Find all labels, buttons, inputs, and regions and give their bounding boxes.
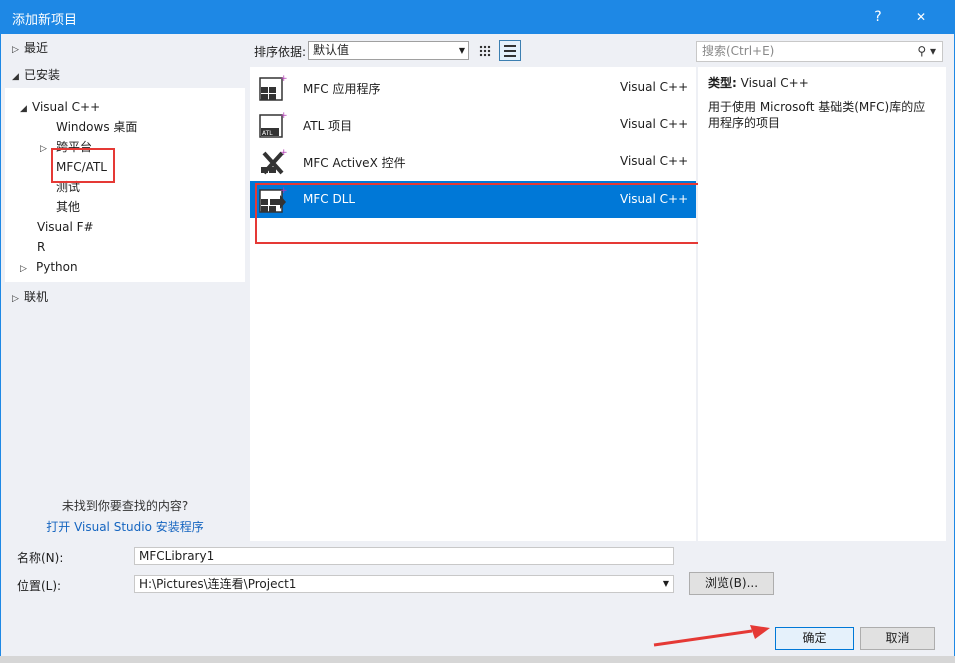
list-view-icon bbox=[504, 44, 516, 57]
tree-item-online[interactable]: ▷ 联机 bbox=[12, 287, 48, 307]
template-row[interactable]: ++ ATL ATL 项目 Visual C++ bbox=[250, 106, 696, 143]
window-title: 添加新项目 bbox=[12, 13, 78, 28]
tree-item-visual-cpp[interactable]: ◢ Visual C++ bbox=[20, 97, 100, 117]
status-bar bbox=[0, 656, 955, 663]
close-button[interactable]: ✕ bbox=[908, 6, 934, 28]
collapse-arrow-icon[interactable]: ◢ bbox=[12, 67, 24, 87]
template-language: Visual C++ bbox=[620, 117, 689, 131]
atl-project-icon: ++ ATL bbox=[259, 111, 288, 138]
template-language: Visual C++ bbox=[620, 80, 689, 94]
expand-arrow-icon[interactable]: ▷ bbox=[12, 289, 24, 309]
sort-dropdown[interactable]: 默认值 ▼ bbox=[308, 41, 469, 60]
expand-arrow-icon[interactable]: ▷ bbox=[20, 259, 32, 279]
search-icon[interactable]: ⚲ ▾ bbox=[917, 42, 936, 61]
type-label: 类型: bbox=[708, 76, 737, 90]
open-installer-link[interactable]: 打开 Visual Studio 安装程序 bbox=[0, 518, 250, 535]
template-name: MFC ActiveX 控件 bbox=[303, 156, 406, 170]
tree-label: 其他 bbox=[56, 200, 81, 214]
dropdown-arrow-icon: ▼ bbox=[458, 46, 465, 55]
list-view-button[interactable] bbox=[499, 40, 521, 61]
sort-value: 默认值 bbox=[313, 43, 350, 57]
svg-text:ATL: ATL bbox=[262, 130, 273, 137]
details-description: 用于使用 Microsoft 基础类(MFC)库的应用程序的项目 bbox=[708, 100, 926, 130]
browse-button[interactable]: 浏览(B)... bbox=[689, 572, 774, 595]
title-bar: 添加新项目 ? ✕ bbox=[0, 0, 955, 34]
svg-text:++: ++ bbox=[280, 148, 288, 158]
sort-label: 排序依据: bbox=[254, 45, 307, 59]
tree-item-recent[interactable]: ▷ 最近 bbox=[12, 38, 48, 58]
template-name: MFC 应用程序 bbox=[303, 82, 381, 96]
template-row[interactable]: ++ MFC 应用程序 Visual C++ bbox=[250, 69, 696, 106]
tree-item-installed[interactable]: ◢ 已安装 bbox=[12, 65, 60, 85]
annotation-box-mfc-atl bbox=[51, 148, 115, 183]
tree-label: 最近 bbox=[24, 41, 49, 55]
mfc-activex-icon: ++ bbox=[261, 148, 288, 175]
tree-item-r[interactable]: R bbox=[37, 237, 45, 257]
template-language: Visual C++ bbox=[620, 154, 689, 168]
expand-arrow-icon[interactable]: ▷ bbox=[12, 40, 24, 60]
tree-item-windows-desktop[interactable]: Windows 桌面 bbox=[56, 117, 137, 137]
tree-label: Visual F# bbox=[37, 220, 94, 234]
tree-label: Python bbox=[36, 260, 78, 274]
not-found-text: 未找到你要查找的内容? bbox=[61, 499, 189, 513]
dropdown-arrow-icon: ▼ bbox=[662, 579, 669, 588]
template-row[interactable]: ++ MFC ActiveX 控件 Visual C++ bbox=[250, 143, 696, 180]
tree-item-visual-fsharp[interactable]: Visual F# bbox=[37, 217, 94, 237]
ok-button[interactable]: 确定 bbox=[775, 627, 854, 650]
type-value: Visual C++ bbox=[740, 76, 809, 90]
tree-label: 联机 bbox=[24, 290, 49, 304]
collapse-arrow-icon[interactable]: ◢ bbox=[20, 99, 32, 119]
annotation-arrow-icon bbox=[653, 625, 770, 647]
tree-label: Visual C++ bbox=[32, 100, 101, 114]
annotation-box-mfc-dll bbox=[255, 183, 705, 244]
tree-item-python[interactable]: ▷ Python bbox=[20, 257, 78, 277]
svg-text:++: ++ bbox=[280, 111, 288, 121]
search-input[interactable]: 搜索(Ctrl+E) ⚲ ▾ bbox=[696, 41, 943, 62]
help-button[interactable]: ? bbox=[866, 6, 890, 28]
grid-view-button[interactable] bbox=[474, 40, 496, 61]
tree-label: Windows 桌面 bbox=[56, 120, 138, 134]
mfc-app-icon: ++ bbox=[259, 74, 288, 101]
template-name: ATL 项目 bbox=[303, 119, 353, 133]
cancel-button[interactable]: 取消 bbox=[860, 627, 935, 650]
tree-label: 已安装 bbox=[24, 68, 61, 82]
name-field[interactable]: MFCLibrary1 bbox=[134, 547, 674, 565]
name-label: 名称(N): bbox=[17, 551, 64, 565]
location-label: 位置(L): bbox=[17, 579, 62, 593]
location-field[interactable]: H:\Pictures\连连看\Project1 ▼ bbox=[134, 575, 674, 593]
name-value: MFCLibrary1 bbox=[139, 549, 215, 563]
svg-text:++: ++ bbox=[280, 74, 288, 84]
location-value: H:\Pictures\连连看\Project1 bbox=[139, 577, 297, 591]
search-placeholder: 搜索(Ctrl+E) bbox=[702, 44, 775, 58]
details-type: 类型: Visual C++ bbox=[708, 74, 936, 91]
grid-view-icon bbox=[479, 44, 491, 57]
tree-label: R bbox=[37, 240, 46, 254]
tree-item-other[interactable]: 其他 bbox=[56, 197, 80, 217]
details-panel: 类型: Visual C++ 用于使用 Microsoft 基础类(MFC)库的… bbox=[698, 67, 946, 541]
